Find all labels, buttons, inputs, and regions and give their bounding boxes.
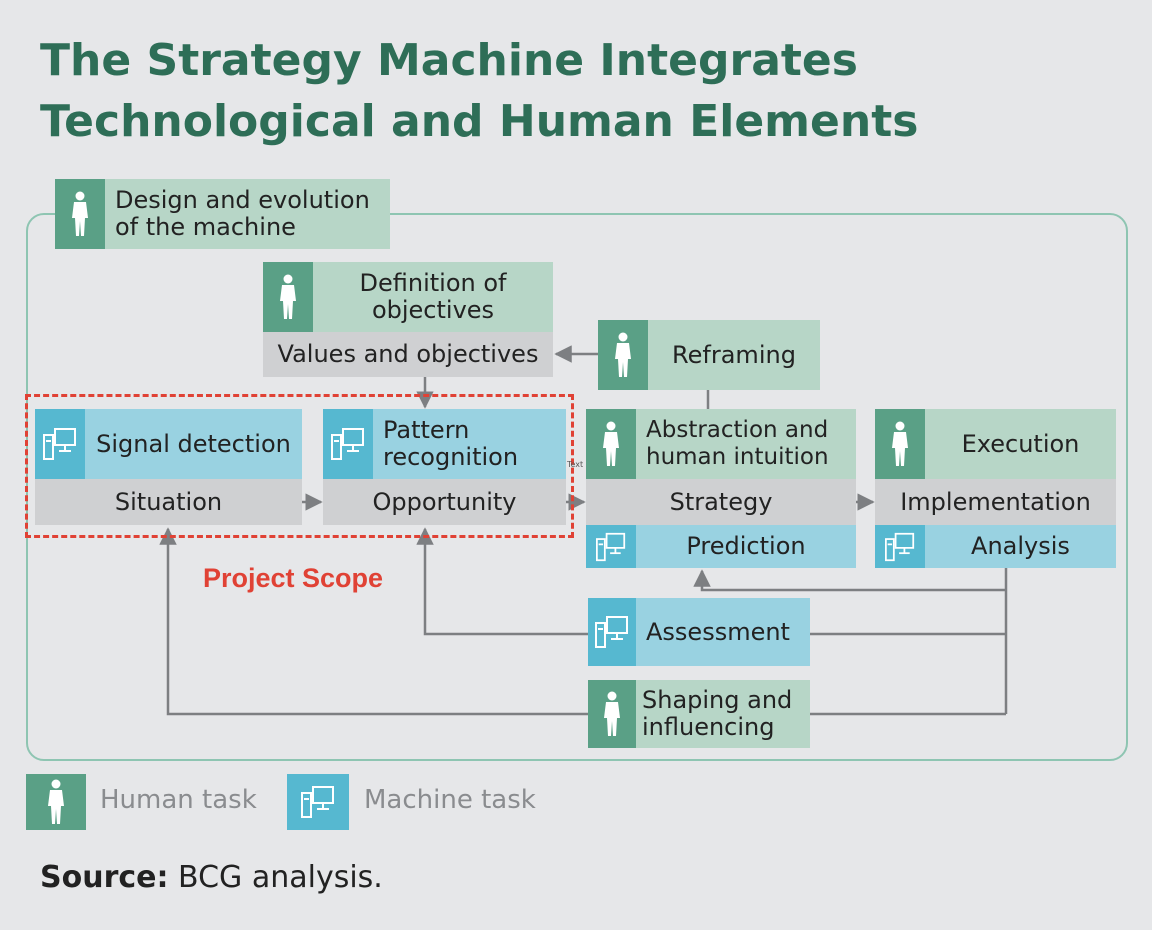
source-label: Source: <box>40 860 169 895</box>
computer-icon <box>586 525 636 568</box>
legend-machine-label: Machine task <box>364 785 536 815</box>
human-icon <box>598 320 648 390</box>
human-icon <box>263 262 313 332</box>
source-text: BCG analysis. <box>178 860 383 895</box>
assessment-label: Assessment <box>636 598 810 666</box>
legend-computer-icon <box>287 774 349 830</box>
arrow-shaping-to-situation <box>159 527 588 716</box>
values-objectives-label: Values and objectives <box>263 332 553 377</box>
definition-objectives-label: Definition of objectives <box>313 262 553 332</box>
strategy-label: Strategy <box>586 479 856 525</box>
human-icon <box>588 680 636 748</box>
stray-text-label: Text <box>567 460 584 469</box>
project-scope-label: Project Scope <box>203 563 384 593</box>
shaping-influencing-label: Shaping and influencing <box>636 680 810 748</box>
abstraction-intuition-label: Abstraction and human intuition <box>636 409 856 479</box>
arrow-feedback-to-prediction <box>693 569 1006 592</box>
computer-icon <box>588 598 636 666</box>
design-evolution-label: Design and evolution of the machine <box>105 179 390 249</box>
human-icon <box>55 179 105 249</box>
human-icon <box>586 409 636 479</box>
implementation-label: Implementation <box>875 479 1116 525</box>
analysis-label: Analysis <box>925 525 1116 568</box>
legend-human-label: Human task <box>100 785 257 815</box>
source-note: Source: BCG analysis. <box>40 860 383 895</box>
computer-icon <box>875 525 925 568</box>
project-scope-box <box>25 394 574 538</box>
legend-human-icon <box>26 774 86 830</box>
prediction-label: Prediction <box>636 525 856 568</box>
execution-label: Execution <box>925 409 1116 479</box>
reframing-label: Reframing <box>648 320 820 390</box>
arrow-assessment-to-opportunity <box>416 527 588 636</box>
human-icon <box>875 409 925 479</box>
